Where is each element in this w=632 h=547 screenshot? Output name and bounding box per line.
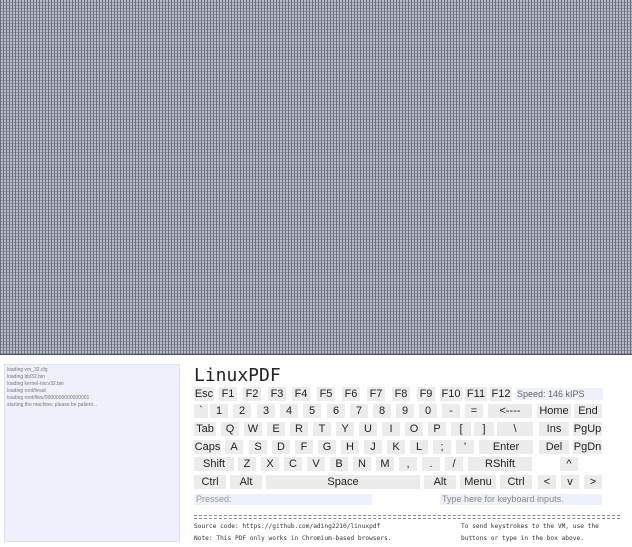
- pressed-display: Pressed:: [194, 494, 372, 505]
- key-h[interactable]: H: [341, 440, 359, 454]
- key-menu[interactable]: Menu: [460, 475, 496, 489]
- console-line: loading vm_32.cfg: [7, 367, 48, 373]
- key-rshift[interactable]: RShift: [468, 457, 532, 471]
- key-f5[interactable]: F5: [317, 387, 335, 401]
- key-space[interactable]: Space: [266, 475, 420, 489]
- key-p[interactable]: P: [428, 422, 446, 436]
- key-e[interactable]: E: [267, 422, 285, 436]
- key-shift[interactable]: Shift: [194, 457, 234, 471]
- key-v[interactable]: V: [307, 457, 325, 471]
- key-m[interactable]: M: [376, 457, 394, 471]
- key-left-arrow[interactable]: <: [538, 475, 556, 489]
- key-period[interactable]: .: [422, 457, 440, 471]
- keystroke-hint: To send keystrokes to the VM, use the: [461, 523, 599, 530]
- key-z[interactable]: Z: [238, 457, 256, 471]
- key-n[interactable]: N: [353, 457, 371, 471]
- key-u[interactable]: U: [359, 422, 377, 436]
- key-f6[interactable]: F6: [342, 387, 360, 401]
- console-line: loading bbl32.bin: [7, 374, 45, 380]
- key-a[interactable]: A: [225, 440, 243, 454]
- key-equals[interactable]: =: [465, 404, 483, 418]
- key-ctrl-left[interactable]: Ctrl: [194, 475, 226, 489]
- key-f8[interactable]: F8: [392, 387, 410, 401]
- key-s[interactable]: S: [249, 440, 267, 454]
- key-backtick[interactable]: `: [194, 404, 208, 418]
- key-w[interactable]: W: [244, 422, 262, 436]
- key-slash[interactable]: /: [445, 457, 463, 471]
- key-x[interactable]: X: [261, 457, 279, 471]
- key-1[interactable]: 1: [210, 404, 228, 418]
- key-4[interactable]: 4: [280, 404, 298, 418]
- key-backslash[interactable]: \: [497, 422, 533, 436]
- source-code-note: Source code: https://github.com/ading221…: [194, 523, 381, 530]
- key-f12[interactable]: F12: [490, 387, 512, 401]
- key-8[interactable]: 8: [373, 404, 391, 418]
- console-line: starting the machine, please be patient.…: [7, 402, 98, 408]
- key-q[interactable]: Q: [221, 422, 239, 436]
- key-7[interactable]: 7: [350, 404, 368, 418]
- key-up-arrow[interactable]: ^: [560, 457, 578, 471]
- key-c[interactable]: C: [284, 457, 302, 471]
- key-lbracket[interactable]: [: [451, 422, 471, 436]
- key-f11[interactable]: F11: [465, 387, 487, 401]
- key-r[interactable]: R: [290, 422, 308, 436]
- key-i[interactable]: I: [382, 422, 400, 436]
- key-f10[interactable]: F10: [440, 387, 462, 401]
- key-end[interactable]: End: [574, 404, 602, 418]
- keyboard-input[interactable]: Type here for keyboard inputs.: [440, 494, 602, 505]
- console-line: loading root/head: [7, 388, 46, 394]
- key-rbracket[interactable]: ]: [474, 422, 494, 436]
- key-caps[interactable]: Caps: [194, 440, 221, 454]
- console-line: loading kernel-riscv32.bin: [7, 381, 64, 387]
- key-alt-left[interactable]: Alt: [230, 475, 262, 489]
- browser-note: Note: This PDF only works in Chromium-ba…: [194, 535, 392, 542]
- key-6[interactable]: 6: [327, 404, 345, 418]
- key-alt-right[interactable]: Alt: [424, 475, 456, 489]
- key-ctrl-right[interactable]: Ctrl: [500, 475, 532, 489]
- key-3[interactable]: 3: [257, 404, 275, 418]
- key-f4[interactable]: F4: [292, 387, 310, 401]
- key-f[interactable]: F: [295, 440, 313, 454]
- key-f2[interactable]: F2: [243, 387, 261, 401]
- key-g[interactable]: G: [318, 440, 336, 454]
- key-ins[interactable]: Ins: [539, 422, 569, 436]
- key-b[interactable]: B: [330, 457, 348, 471]
- key-comma[interactable]: ,: [399, 457, 417, 471]
- divider: [194, 515, 620, 519]
- key-y[interactable]: Y: [336, 422, 354, 436]
- key-enter[interactable]: Enter: [479, 440, 533, 454]
- keystroke-hint-2: buttons or type in the box above.: [461, 535, 584, 542]
- terminal-screen: [0, 0, 632, 355]
- key-0[interactable]: 0: [419, 404, 437, 418]
- app-title: LinuxPDF: [194, 365, 281, 386]
- key-j[interactable]: J: [364, 440, 382, 454]
- key-9[interactable]: 9: [396, 404, 414, 418]
- console-log: loading vm_32.cfg loading bbl32.bin load…: [4, 364, 180, 542]
- key-k[interactable]: K: [387, 440, 405, 454]
- key-f3[interactable]: F3: [268, 387, 286, 401]
- key-home[interactable]: Home: [537, 404, 571, 418]
- key-d[interactable]: D: [272, 440, 290, 454]
- key-right-arrow[interactable]: >: [584, 475, 602, 489]
- key-f1[interactable]: F1: [219, 387, 237, 401]
- key-quote[interactable]: ': [456, 440, 474, 454]
- key-tab[interactable]: Tab: [194, 422, 216, 436]
- key-5[interactable]: 5: [303, 404, 321, 418]
- console-line: loading root/files/0000000000000001: [7, 395, 90, 401]
- key-semicolon[interactable]: ;: [433, 440, 451, 454]
- key-2[interactable]: 2: [233, 404, 251, 418]
- key-f9[interactable]: F9: [417, 387, 435, 401]
- key-esc[interactable]: Esc: [194, 387, 214, 401]
- key-pgup[interactable]: PgUp: [573, 422, 602, 436]
- key-f7[interactable]: F7: [367, 387, 385, 401]
- key-o[interactable]: O: [405, 422, 423, 436]
- key-minus[interactable]: -: [442, 404, 460, 418]
- key-t[interactable]: T: [313, 422, 331, 436]
- key-pgdn[interactable]: PgDn: [573, 440, 602, 454]
- speed-indicator: Speed: 146 kIPS: [516, 388, 603, 400]
- key-del[interactable]: Del: [539, 440, 569, 454]
- key-l[interactable]: L: [410, 440, 428, 454]
- key-backspace[interactable]: <----: [488, 404, 532, 418]
- key-down-arrow[interactable]: v: [561, 475, 579, 489]
